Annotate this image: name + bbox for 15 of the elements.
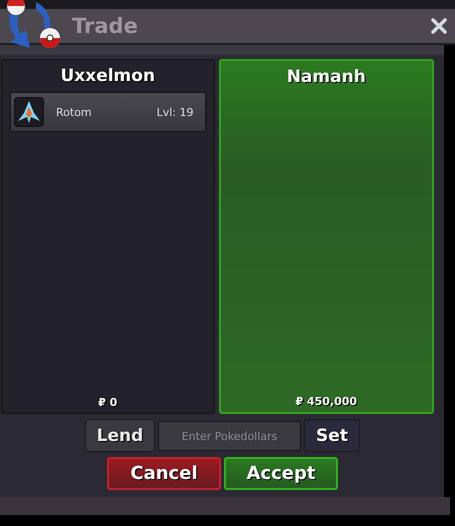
accept-button[interactable]: Accept (224, 457, 338, 490)
lend-button[interactable]: Lend (85, 419, 155, 452)
cancel-button[interactable]: Cancel (107, 457, 221, 490)
pokemon-name: Rotom (56, 106, 92, 118)
money-amount: ₽ 450,000 (295, 395, 358, 408)
pokedollars-field[interactable]: Enter Pokedollars (158, 421, 301, 451)
trainer-name: Uxxelmon (60, 66, 156, 86)
pokemon-icon (14, 97, 44, 127)
close-icon[interactable] (431, 18, 447, 34)
window-title: Trade (72, 14, 138, 38)
pokemon-level: Lvl: 19 (156, 106, 194, 118)
set-button[interactable]: Set (304, 419, 360, 452)
pokemon-slot[interactable]: Rotom Lvl: 19 (10, 92, 206, 132)
trainer-name: Namanh (286, 67, 366, 87)
money-amount: ₽ 0 (98, 396, 118, 409)
